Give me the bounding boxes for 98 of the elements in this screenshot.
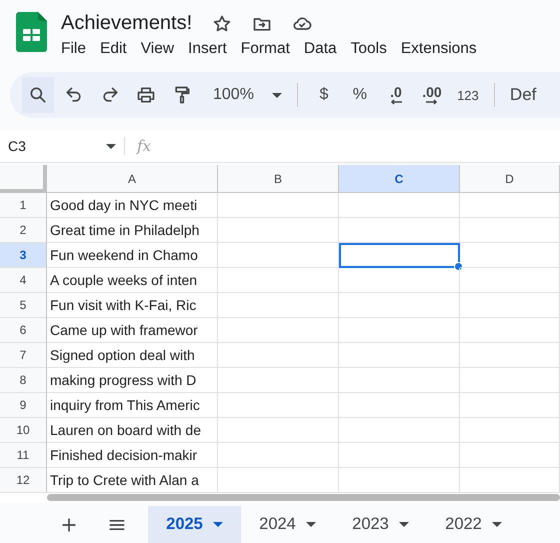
increase-decimals-button[interactable]: .00 [416,81,448,109]
table-cell[interactable]: Fun weekend in Chamo [47,243,218,268]
table-cell[interactable] [218,193,339,218]
select-all-corner[interactable] [0,165,47,193]
table-cell[interactable]: Fun visit with K-Fai, Ric [47,293,218,318]
menu-item[interactable]: File [54,39,93,59]
caret-icon [106,144,116,148]
sheet-tab[interactable]: 2022 [427,506,520,543]
table-cell[interactable]: inquiry from This Americ [47,393,218,418]
table-cell[interactable] [460,443,560,468]
table-cell[interactable]: Signed option deal with [47,343,218,368]
table-cell[interactable]: Good day in NYC meeti [47,193,218,218]
table-cell[interactable] [339,343,460,368]
menu-item[interactable]: Extensions [394,39,484,59]
font-dropdown[interactable]: Def [504,81,542,109]
row-header[interactable]: 11 [0,443,47,468]
table-cell[interactable] [218,243,339,268]
currency-button[interactable]: $ [308,81,340,109]
table-cell[interactable] [460,218,560,243]
row-header[interactable]: 12 [0,468,47,493]
table-cell[interactable] [460,393,560,418]
fill-handle[interactable] [454,262,463,271]
search-icon [28,85,48,105]
table-cell[interactable] [218,393,339,418]
zoom-dropdown[interactable]: 100% [208,81,287,109]
table-cell[interactable] [218,318,339,343]
table-cell[interactable]: Lauren on board with de [47,418,218,443]
table-cell[interactable]: Finished decision-makir [47,443,218,468]
row-header[interactable]: 4 [0,268,47,293]
table-cell[interactable]: Came up with framewor [47,318,218,343]
search-button[interactable] [22,77,54,113]
table-cell[interactable] [218,293,339,318]
table-cell[interactable] [339,418,460,443]
table-cell[interactable] [218,343,339,368]
caret-icon [492,522,502,527]
table-cell[interactable] [460,368,560,393]
row-header[interactable]: 3 [0,243,47,268]
menu-item[interactable]: Edit [92,39,134,59]
column-header[interactable]: C [339,165,460,193]
menu-item[interactable]: Insert [181,39,234,59]
table-cell[interactable] [218,268,339,293]
name-box[interactable]: C3 [0,138,124,154]
percent-button[interactable]: % [344,81,376,109]
caret-icon [398,522,409,527]
row-header[interactable]: 5 [0,293,47,318]
sheet-tab[interactable]: 2024 [241,506,334,543]
row-header[interactable]: 6 [0,318,47,343]
table-cell[interactable] [339,218,460,243]
menu-item[interactable]: Data [296,39,344,59]
printer-icon [136,85,156,105]
table-cell[interactable] [460,418,560,443]
table-cell[interactable] [339,293,460,318]
table-cell[interactable] [218,418,339,443]
active-cell[interactable] [339,243,460,268]
caret-icon [306,522,316,527]
table-cell[interactable]: Great time in Philadelph [47,218,218,243]
table-cell[interactable] [339,268,460,293]
table-cell[interactable] [460,343,560,368]
table-cell[interactable] [339,193,460,218]
star-icon[interactable] [212,14,232,34]
column-header[interactable]: A [47,165,218,193]
table-cell[interactable] [339,443,460,468]
table-cell[interactable] [218,218,339,243]
table-cell[interactable] [460,193,560,218]
table-cell[interactable] [460,268,560,293]
table-cell[interactable] [339,393,460,418]
decrease-decimals-button[interactable]: .0 [380,81,412,109]
row-header[interactable]: 2 [0,218,47,243]
table-cell[interactable] [218,443,339,468]
sheet-tab[interactable]: 2023 [334,506,427,543]
row-header[interactable]: 9 [0,393,47,418]
sheet-tab[interactable]: 2025 [148,506,241,543]
spreadsheet-logo[interactable] [16,12,47,52]
number-format-button[interactable]: 123 [452,81,484,109]
function-label: fx [124,137,152,155]
caret-icon [212,522,223,527]
table-cell[interactable] [460,318,560,343]
table-cell[interactable] [460,243,560,268]
column-header[interactable]: B [218,165,339,193]
table-cell[interactable]: A couple weeks of inten [47,268,218,293]
table-cell[interactable] [460,293,560,318]
left-arrow-icon [388,99,403,105]
document-title[interactable]: Achievements! [61,12,192,35]
row-header[interactable]: 7 [0,343,47,368]
column-header[interactable]: D [460,165,560,193]
table-cell[interactable] [339,318,460,343]
table-cell[interactable]: making progress with D [47,368,218,393]
table-cell[interactable] [218,368,339,393]
menu-item[interactable]: Format [234,39,297,59]
menu-item[interactable]: View [134,39,182,59]
caret-icon [272,92,282,98]
row-header[interactable]: 8 [0,368,47,393]
table-cell[interactable] [339,368,460,393]
right-arrow-icon [424,99,439,105]
row-header[interactable]: 10 [0,418,47,443]
row-header[interactable]: 1 [0,193,47,218]
menu-item[interactable]: Tools [344,39,394,59]
horizontal-scrollbar[interactable] [47,494,560,501]
